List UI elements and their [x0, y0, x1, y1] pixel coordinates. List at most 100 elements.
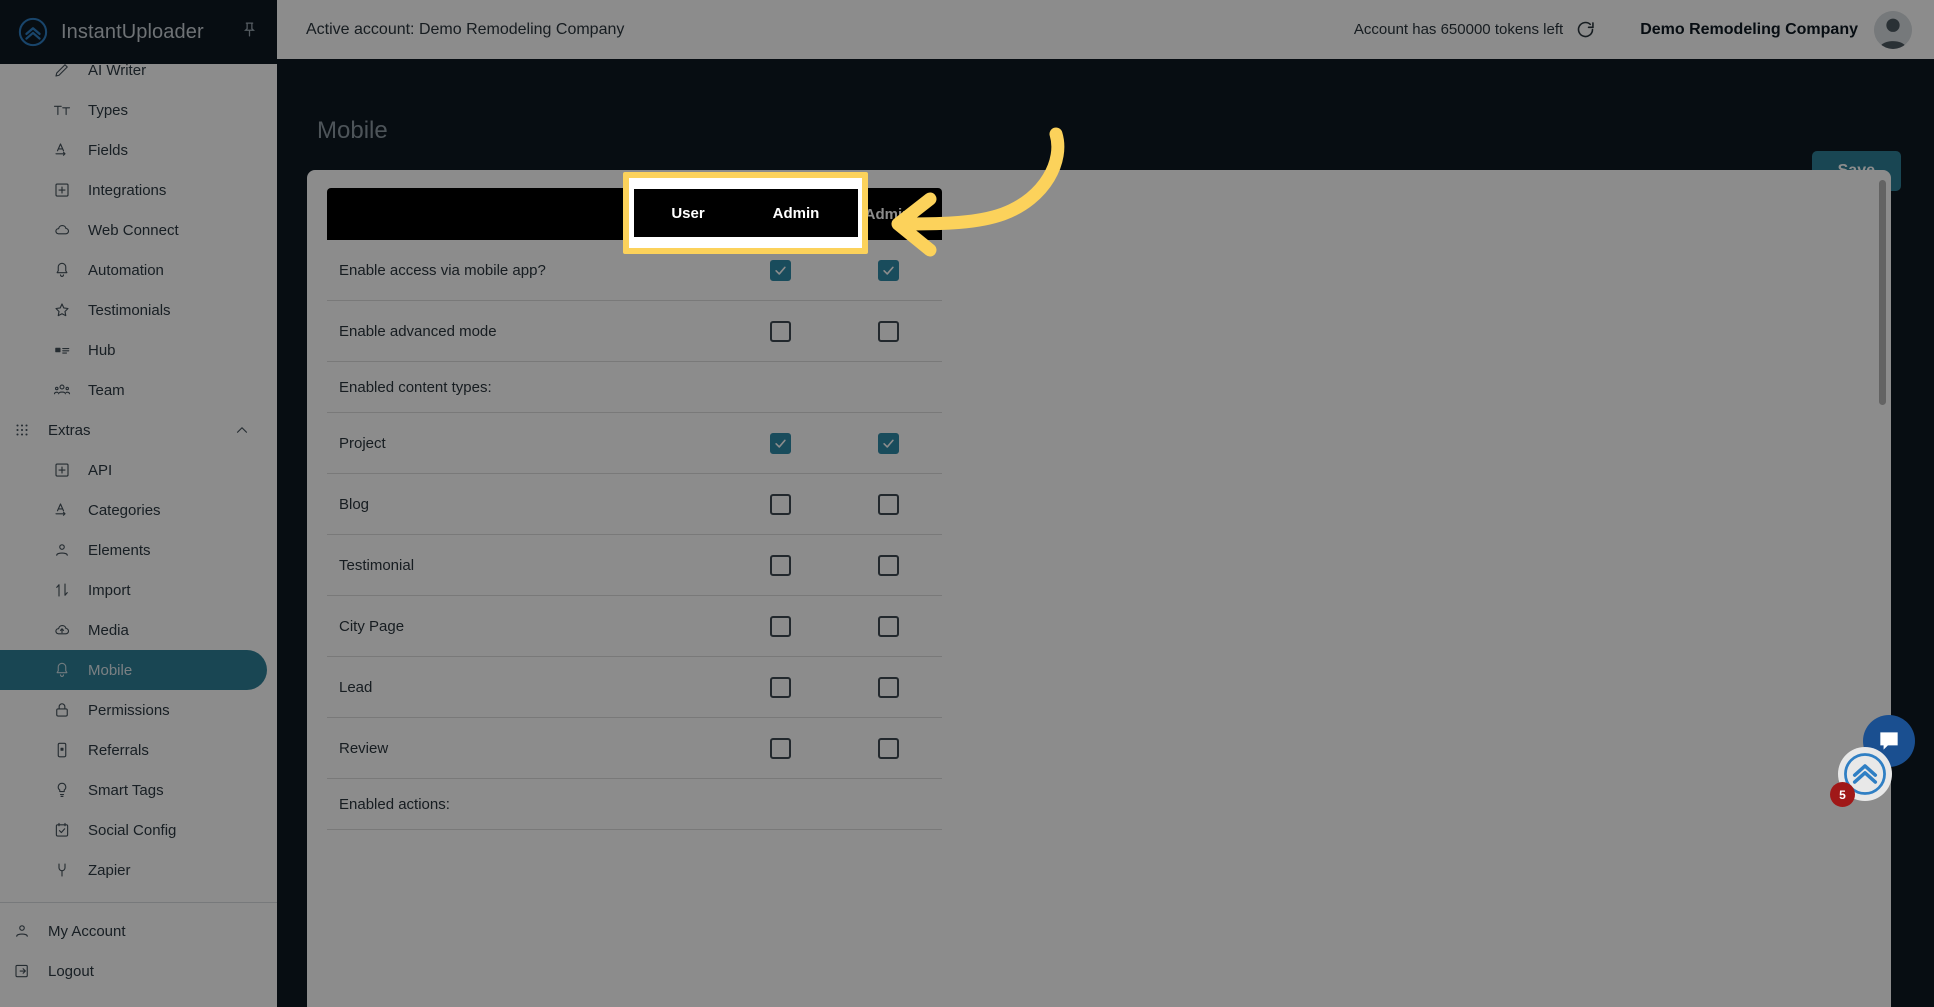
sidebar-item-logout[interactable]: Logout — [0, 951, 267, 991]
checkbox-admin[interactable] — [877, 676, 899, 698]
checkbox-admin[interactable] — [877, 737, 899, 759]
table-row: Testimonial — [327, 535, 942, 596]
checkbox-user[interactable] — [769, 554, 791, 576]
sidebar-item-mobile[interactable]: Mobile — [0, 650, 267, 690]
star-icon — [52, 300, 72, 320]
sidebar-item-smart-tags[interactable]: Smart Tags — [0, 770, 267, 810]
lock-icon — [52, 700, 72, 720]
sidebar-item-label: Permissions — [88, 701, 170, 719]
plus-box-icon — [52, 460, 72, 480]
highlight-column-admin[interactable]: Admin — [742, 205, 850, 222]
chevron-up-icon[interactable] — [233, 421, 251, 439]
checkbox-user[interactable] — [769, 259, 791, 281]
checkbox-admin[interactable] — [877, 615, 899, 637]
sidebar-item-zapier[interactable]: Zapier — [0, 850, 267, 890]
checkbox-cell-admin — [834, 554, 942, 576]
sidebar-item-label: Automation — [88, 261, 164, 279]
sidebar-item-categories[interactable]: Categories — [0, 490, 267, 530]
checkbox-user[interactable] — [769, 493, 791, 515]
checkbox-cell-admin — [834, 676, 942, 698]
sidebar-item-label: API — [88, 461, 113, 479]
sidebar-item-team[interactable]: Team — [0, 370, 267, 410]
checkbox-user[interactable] — [769, 615, 791, 637]
checkbox-cell-admin — [834, 737, 942, 759]
sidebar-item-label: Import — [88, 581, 131, 599]
table-row: Lead — [327, 657, 942, 718]
sidebar-item-elements[interactable]: Elements — [0, 530, 267, 570]
company-name-label[interactable]: Demo Remodeling Company — [1640, 21, 1858, 39]
person-icon — [52, 540, 72, 560]
page-title: Mobile — [317, 117, 388, 144]
pencil-icon — [52, 64, 72, 80]
sidebar-item-label: Types — [88, 101, 129, 119]
checkbox-admin[interactable] — [877, 320, 899, 342]
sidebar-item-label: My Account — [48, 922, 126, 940]
sidebar-item-integrations[interactable]: Integrations — [0, 170, 267, 210]
sidebar-item-api[interactable]: API — [0, 450, 267, 490]
updown-arrow-icon — [52, 580, 72, 600]
table-row: Project — [327, 413, 942, 474]
sidebar-item-web-connect[interactable]: Web Connect — [0, 210, 267, 250]
checkbox-cell-admin — [834, 615, 942, 637]
row-label: Enable advanced mode — [339, 322, 497, 340]
checkbox-cell-admin — [834, 493, 942, 515]
sidebar-item-label: Mobile — [88, 661, 133, 679]
row-label: Review — [339, 739, 389, 757]
checkbox-admin[interactable] — [877, 493, 899, 515]
sidebar-item-label: Extras — [48, 421, 91, 439]
checkbox-cell-user — [726, 320, 834, 342]
checkbox-admin[interactable] — [877, 259, 899, 281]
logout-icon — [12, 961, 32, 981]
checkbox-cell-user — [726, 615, 834, 637]
double-chevron-circle-icon — [18, 17, 48, 47]
annotation-highlight-inner: User Admin — [634, 189, 858, 237]
sidebar-item-my-account[interactable]: My Account — [0, 911, 267, 951]
checkbox-user[interactable] — [769, 676, 791, 698]
text-format-icon — [52, 100, 72, 120]
sidebar-divider — [0, 902, 277, 903]
plus-box-icon — [52, 180, 72, 200]
plug-icon — [52, 860, 72, 880]
sidebar-item-social-config[interactable]: Social Config — [0, 810, 267, 850]
sidebar-item-permissions[interactable]: Permissions — [0, 690, 267, 730]
refresh-icon[interactable] — [1575, 19, 1596, 40]
checkbox-user[interactable] — [769, 737, 791, 759]
sidebar-item-testimonials[interactable]: Testimonials — [0, 290, 267, 330]
sidebar-footer: My Account Logout — [0, 911, 277, 1007]
checkbox-cell-admin — [834, 259, 942, 281]
checkbox-admin[interactable] — [877, 554, 899, 576]
grid-dots-icon — [12, 420, 32, 440]
sidebar-item-media[interactable]: Media — [0, 610, 267, 650]
sidebar-item-label: Media — [88, 621, 129, 639]
checkbox-user[interactable] — [769, 432, 791, 454]
row-label: Enable access via mobile app? — [339, 261, 546, 279]
sidebar-item-label: Zapier — [88, 861, 131, 879]
checkbox-cell-user — [726, 737, 834, 759]
checkbox-cell-user — [726, 259, 834, 281]
sidebar-item-extras[interactable]: Extras — [0, 410, 267, 450]
scroll-to-top-button[interactable]: 5 — [1830, 747, 1892, 807]
checkbox-user[interactable] — [769, 320, 791, 342]
sidebar-item-types[interactable]: Types — [0, 90, 267, 130]
topbar: Active account: Demo Remodeling Company … — [277, 0, 1934, 59]
sidebar-item-referrals[interactable]: Referrals — [0, 730, 267, 770]
checkbox-cell-admin — [834, 432, 942, 454]
row-label: Enabled content types: — [339, 378, 492, 396]
sidebar-item-automation[interactable]: Automation — [0, 250, 267, 290]
row-label: City Page — [339, 617, 405, 635]
card-scrollbar[interactable] — [1879, 180, 1886, 405]
sidebar-brand[interactable]: InstantUploader — [0, 0, 277, 64]
pin-icon[interactable] — [240, 20, 259, 44]
sidebar-nav-list: AI Writer Types Fields Integrations Web Conn… — [0, 64, 277, 892]
row-label: Blog — [339, 495, 370, 513]
highlight-column-user[interactable]: User — [634, 205, 742, 222]
checkbox-cell-user — [726, 554, 834, 576]
checkbox-admin[interactable] — [877, 432, 899, 454]
sidebar-item-ai-writer[interactable]: AI Writer — [0, 64, 267, 90]
brand-name: InstantUploader — [61, 20, 204, 43]
token-balance-label: Account has 650000 tokens left — [1353, 21, 1564, 38]
sidebar-item-fields[interactable]: Fields — [0, 130, 267, 170]
sidebar-item-import[interactable]: Import — [0, 570, 267, 610]
sidebar-item-hub[interactable]: Hub — [0, 330, 267, 370]
user-avatar-icon[interactable] — [1874, 10, 1912, 49]
